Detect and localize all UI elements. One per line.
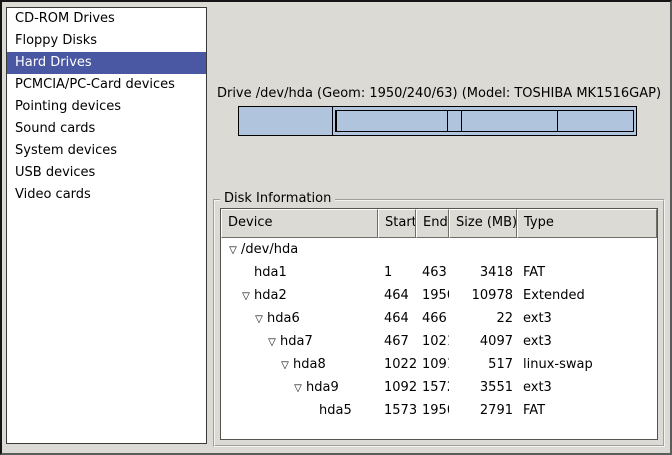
column-header-start[interactable]: Start (378, 209, 416, 238)
device-category-list: CD-ROM DrivesFloppy DisksHard DrivesPCMC… (6, 7, 207, 444)
expander-icon[interactable]: ▽ (251, 308, 267, 330)
table-row-hda7[interactable]: ▽hda746710214097ext3 (221, 330, 657, 353)
type-cell (517, 238, 657, 261)
size-cell: 22 (449, 307, 517, 330)
end-cell (416, 238, 449, 261)
start-cell: 1 (378, 261, 416, 284)
size-cell: 3418 (449, 261, 517, 284)
end-cell: 1950 (416, 284, 449, 307)
device-cell: hda1 (221, 261, 378, 284)
partition-bar (238, 106, 637, 136)
extended-partition-box (335, 110, 634, 132)
device-name: hda1 (254, 265, 287, 280)
device-name: hda6 (267, 311, 300, 326)
device-name: hda5 (319, 403, 352, 418)
type-cell: FAT (517, 399, 657, 422)
device-cell: hda5 (221, 399, 378, 422)
sidebar-item-sound-cards[interactable]: Sound cards (7, 118, 206, 140)
start-cell: 1022 (378, 353, 416, 376)
type-cell: ext3 (517, 330, 657, 353)
column-header-type[interactable]: Type (517, 209, 657, 238)
device-cell: ▽hda8 (221, 353, 378, 376)
partition-segment-hda5 (558, 111, 633, 131)
device-cell: ▽hda9 (221, 376, 378, 399)
start-cell: 464 (378, 284, 416, 307)
partition-segment-hda7 (337, 111, 448, 131)
table-row-hda6[interactable]: ▽hda646446622ext3 (221, 307, 657, 330)
end-cell: 463 (416, 261, 449, 284)
type-cell: Extended (517, 284, 657, 307)
end-cell: 1091 (416, 353, 449, 376)
table-row-hda5[interactable]: hda5 157319502791FAT (221, 399, 657, 422)
sidebar-item-pointing-devices[interactable]: Pointing devices (7, 96, 206, 118)
device-name: hda8 (293, 357, 326, 372)
type-cell: ext3 (517, 307, 657, 330)
partition-segment-hda1 (239, 107, 333, 135)
sidebar-item-usb-devices[interactable]: USB devices (7, 162, 206, 184)
sidebar-item-pcmcia-pc-card-devices[interactable]: PCMCIA/PC-Card devices (7, 74, 206, 96)
end-cell: 1950 (416, 399, 449, 422)
device-cell: ▽hda6 (221, 307, 378, 330)
table-row-hda9[interactable]: ▽hda9109215723551ext3 (221, 376, 657, 399)
device-cell: ▽hda7 (221, 330, 378, 353)
expander-icon[interactable]: ▽ (238, 285, 254, 307)
table-row-dev-hda[interactable]: ▽/dev/hda (221, 238, 657, 261)
hardware-browser-window: CD-ROM DrivesFloppy DisksHard DrivesPCMC… (0, 0, 672, 455)
partition-segment-hda9 (462, 111, 558, 131)
table-row-hda2[interactable]: ▽hda2464195010978Extended (221, 284, 657, 307)
column-header-end[interactable]: End (416, 209, 449, 238)
size-cell: 517 (449, 353, 517, 376)
table-row-hda8[interactable]: ▽hda810221091517linux-swap (221, 353, 657, 376)
device-name: /dev/hda (241, 242, 298, 257)
device-name: hda7 (280, 334, 313, 349)
device-cell: ▽hda2 (221, 284, 378, 307)
disk-information-table: Device Start End Size (MB) Type ▽/dev/hd… (220, 208, 658, 440)
device-cell: ▽/dev/hda (221, 238, 378, 261)
expander-icon[interactable]: ▽ (277, 354, 293, 376)
groupbox-title: Disk Information (220, 191, 335, 206)
device-name: hda2 (254, 288, 287, 303)
size-cell: 2791 (449, 399, 517, 422)
end-cell: 1572 (416, 376, 449, 399)
size-cell (449, 238, 517, 261)
sidebar-item-system-devices[interactable]: System devices (7, 140, 206, 162)
end-cell: 466 (416, 307, 449, 330)
partition-segment-hda8 (448, 111, 462, 131)
start-cell (378, 238, 416, 261)
partition-segment-hda2 (333, 107, 636, 135)
end-cell: 1021 (416, 330, 449, 353)
expander-icon[interactable]: ▽ (264, 331, 280, 353)
expander-icon[interactable]: ▽ (225, 239, 241, 261)
table-header-row: Device Start End Size (MB) Type (221, 209, 657, 238)
expander-icon[interactable]: ▽ (290, 377, 306, 399)
type-cell: linux-swap (517, 353, 657, 376)
size-cell: 3551 (449, 376, 517, 399)
size-cell: 4097 (449, 330, 517, 353)
type-cell: FAT (517, 261, 657, 284)
column-header-size-mb[interactable]: Size (MB) (449, 209, 517, 238)
start-cell: 464 (378, 307, 416, 330)
type-cell: ext3 (517, 376, 657, 399)
sidebar-item-hard-drives[interactable]: Hard Drives (7, 52, 206, 74)
sidebar-item-video-cards[interactable]: Video cards (7, 184, 206, 206)
table-body: ▽/dev/hdahda114633418FAT▽hda246419501097… (221, 238, 657, 422)
sidebar-item-floppy-disks[interactable]: Floppy Disks (7, 30, 206, 52)
table-row-hda1[interactable]: hda1 14633418FAT (221, 261, 657, 284)
size-cell: 10978 (449, 284, 517, 307)
disk-information-groupbox: Disk Information Device Start End Size (… (213, 199, 665, 447)
start-cell: 1092 (378, 376, 416, 399)
device-name: hda9 (306, 380, 339, 395)
column-header-device[interactable]: Device (221, 209, 378, 238)
start-cell: 467 (378, 330, 416, 353)
drive-geometry-label: Drive /dev/hda (Geom: 1950/240/63) (Mode… (213, 86, 665, 101)
sidebar-item-cd-rom-drives[interactable]: CD-ROM Drives (7, 8, 206, 30)
start-cell: 1573 (378, 399, 416, 422)
